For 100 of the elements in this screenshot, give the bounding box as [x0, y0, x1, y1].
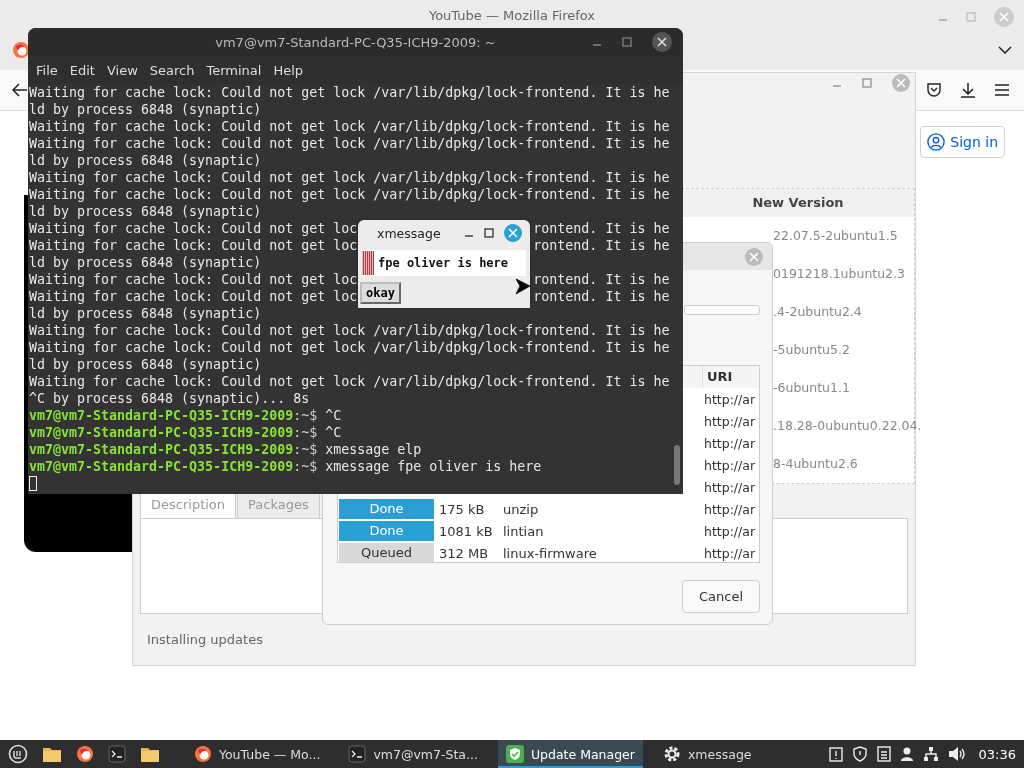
prompt-path: :~$ [293, 458, 318, 475]
person-icon [927, 133, 946, 151]
taskbar-button[interactable]: xmessage [654, 740, 760, 768]
shield-icon[interactable] [505, 745, 524, 763]
terminal-line: ld by process 6848 (synaptic) [29, 152, 262, 169]
firefox-icon[interactable] [12, 41, 30, 59]
prompt-path: :~$ [293, 424, 318, 441]
terminal-line: Waiting for cache lock: Could not get loc [29, 237, 358, 254]
table-cell-text: 312 MB [438, 545, 490, 561]
prompt-user: vm7@vm7-Standard-PC-Q35-ICH9-2009 [29, 407, 294, 424]
terminal-line: Waiting for cache lock: Could not get lock /var/lib/dpkg/lock-frontend. It is he [29, 339, 670, 356]
command-text: ^C [325, 407, 342, 424]
terminal-line: ld by process 6848 (synaptic) [29, 101, 262, 118]
pocket-icon[interactable] [926, 82, 942, 98]
terminal-icon[interactable] [348, 745, 367, 763]
table-cell-text: http://ar [703, 391, 757, 407]
menu-item[interactable]: Search [143, 62, 201, 78]
command-text: xmessage fpe oliver is here [325, 458, 542, 475]
table-cell-text: linux-firmware [502, 545, 598, 561]
firefox-icon[interactable] [76, 745, 94, 763]
close-icon[interactable] [652, 32, 672, 52]
table-cell-text: http://ar [703, 501, 757, 517]
status-label: Done [339, 499, 434, 519]
terminal-line: Waiting for cache lock: Could not get lock /var/lib/dpkg/lock-frontend. It is he [29, 373, 670, 390]
version-text: .18.28-0ubuntu0.22.04. [773, 418, 922, 434]
table-cell-text: http://ar [703, 479, 757, 495]
terminal-line: Waiting for cache lock: Could not get loc [29, 271, 358, 288]
person-icon[interactable] [899, 746, 914, 762]
menu-icon[interactable] [994, 83, 1010, 97]
cancel-button[interactable]: Cancel [681, 580, 760, 613]
terminal-line: Waiting for cache lock: Could not get lock /var/lib/dpkg/lock-frontend. It is he [29, 135, 670, 152]
terminal-icon[interactable] [108, 745, 126, 763]
table-cell-text: lintian [502, 523, 545, 539]
menu-item[interactable]: Help [267, 62, 310, 78]
terminal-line: ld by process 6848 (synaptic) [29, 356, 262, 373]
version-text: 8-4ubuntu2.6 [773, 456, 858, 472]
folder-icon[interactable] [140, 745, 160, 763]
terminal-line: rontend. It is he [533, 288, 670, 305]
prompt-path: :~$ [293, 441, 318, 458]
menu-item[interactable]: Terminal [200, 62, 268, 78]
terminal-line: Waiting for cache lock: Could not get loc [29, 288, 358, 305]
table-cell-text: http://ar [703, 545, 757, 561]
sign-in-button[interactable]: Sign in [920, 126, 1005, 158]
menu-item[interactable]: Edit [63, 62, 101, 78]
table-cell-text: http://ar [703, 435, 757, 451]
version-text: .4-2ubuntu2.4 [773, 304, 862, 320]
menu-item[interactable]: File [30, 62, 64, 78]
chevron-down-icon[interactable] [998, 45, 1012, 55]
status-label: Queued [339, 543, 434, 562]
mouse-pointer-icon [515, 276, 531, 296]
okay-button[interactable]: okay [360, 282, 401, 304]
maximize-icon[interactable] [484, 228, 494, 238]
version-text: -6ubuntu1.1 [773, 380, 850, 396]
terminal-line: rontend. It is he [533, 271, 670, 288]
terminal-line: ld by process 6848 (synaptic) [29, 254, 262, 271]
text-cursor [29, 476, 37, 491]
taskbar-button[interactable]: Update Manager [497, 740, 643, 768]
terminal-line: ld by process 6848 (synaptic) [29, 305, 262, 322]
window-title: YouTube — Mozilla Firefox [428, 7, 596, 23]
terminal-line: ^C by process 6848 (synaptic)... 8s [29, 390, 310, 407]
clipboard-icon[interactable] [828, 746, 843, 762]
terminal-line: ld by process 6848 (synaptic) [29, 203, 262, 220]
terminal-line: rontend. It is he [533, 237, 670, 254]
document-icon[interactable] [876, 746, 891, 762]
table-cell-text: 1081 kB [438, 523, 494, 539]
terminal-line: Waiting for cache lock: Could not get lock /var/lib/dpkg/lock-frontend. It is he [29, 169, 670, 186]
scrollbar-thumb[interactable] [674, 445, 680, 485]
menu-item[interactable]: View [100, 62, 144, 78]
status-label: Done [339, 521, 434, 541]
version-text: 0191218.1ubuntu2.3 [773, 266, 905, 282]
table-cell-text: http://ar [703, 457, 757, 473]
terminal-line: rontend. It is he [533, 220, 670, 237]
command-text: xmessage elp [325, 441, 422, 458]
window-title: xmessage [377, 225, 442, 241]
shield-icon[interactable] [851, 746, 868, 762]
volume-icon[interactable] [947, 746, 966, 762]
folder-icon[interactable] [42, 745, 62, 763]
back-arrow-icon[interactable] [12, 83, 28, 97]
terminal-line: Waiting for cache lock: Could not get lock /var/lib/dpkg/lock-frontend. It is he [29, 84, 670, 101]
table-cell-text: 175 kB [438, 501, 486, 517]
command-text: ^C [325, 424, 342, 441]
table-cell-text: unzip [502, 501, 540, 517]
stripe-icon [362, 251, 374, 275]
status-text: Installing updates [146, 631, 264, 649]
download-icon[interactable] [960, 82, 976, 98]
prompt-user: vm7@vm7-Standard-PC-Q35-ICH9-2009 [29, 458, 294, 475]
terminal-line: Waiting for cache lock: Could not get loc [29, 220, 358, 237]
table-cell-text: http://ar [703, 523, 757, 539]
taskbar-button[interactable]: vm7@vm7-Sta... [340, 740, 486, 768]
taskbar-button[interactable]: YouTube — Mo... [186, 740, 329, 768]
table-cell-text: http://ar [703, 413, 757, 429]
column-header: New Version [752, 195, 844, 211]
gear-icon[interactable] [662, 745, 681, 763]
column-header: URI [702, 366, 759, 388]
prompt-user: vm7@vm7-Standard-PC-Q35-ICH9-2009 [29, 424, 294, 441]
prompt-path: :~$ [293, 407, 318, 424]
message-text: fpe oliver is here [378, 256, 509, 270]
window-title: vm7@vm7-Standard-PC-Q35-ICH9-2009: ~ [215, 34, 496, 50]
network-icon[interactable] [922, 746, 939, 762]
firefox-icon[interactable] [194, 745, 212, 763]
